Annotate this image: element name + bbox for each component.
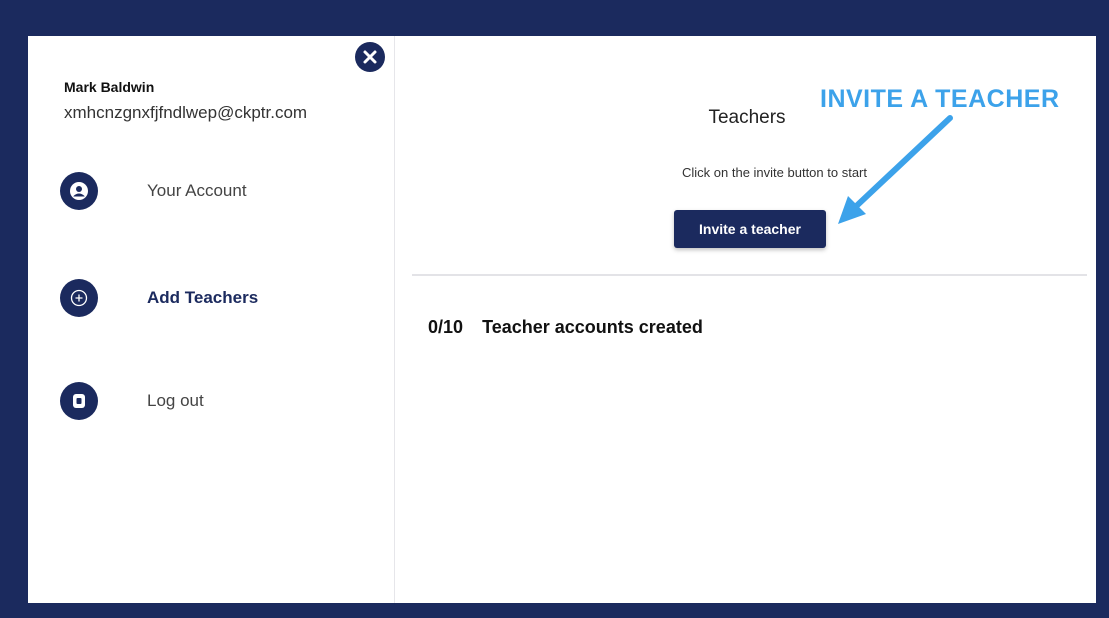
annotation-arrow-icon — [838, 115, 953, 224]
